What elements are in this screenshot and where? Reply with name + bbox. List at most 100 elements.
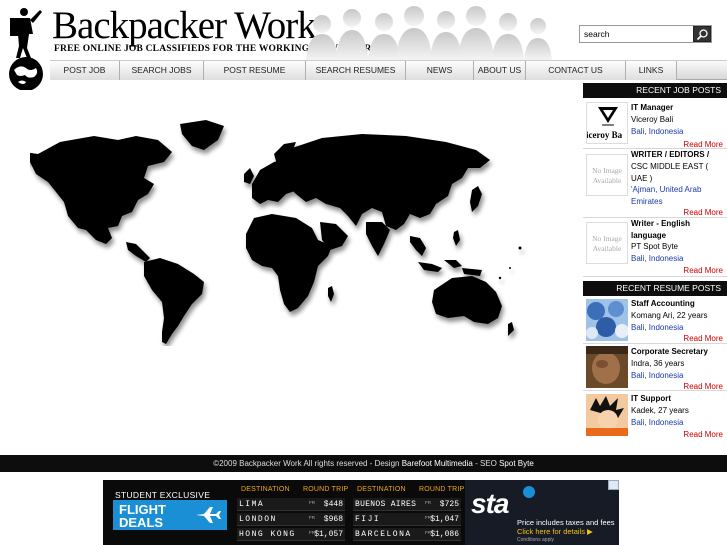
sidebar: RECENT JOB POSTS iceroy Ba IT Manager Vi… xyxy=(583,83,727,440)
resume-title[interactable]: Staff Accounting xyxy=(631,298,725,310)
site-title[interactable]: Backpacker Work xyxy=(52,6,317,46)
ad-fare-city: BARCELONA xyxy=(355,530,412,539)
ad-fare-row: BARCELONA FR $1,086 xyxy=(353,528,461,541)
nav-post-job[interactable]: POST JOB xyxy=(50,61,120,80)
resume-photo[interactable] xyxy=(586,394,628,436)
seo-credit-link[interactable]: Spot Byte xyxy=(499,459,534,468)
nav-post-resume[interactable]: POST RESUME xyxy=(204,61,306,80)
job-location[interactable]: Bali, Indonesia xyxy=(631,253,725,265)
ad-fare-row: LONDON FR $968 xyxy=(237,513,345,526)
ad-fare-row: HONG KONG FR $1,057 xyxy=(237,528,345,541)
nav-links[interactable]: LINKS xyxy=(626,61,677,80)
ad-fares-board-2: DESTINATION ROUND TRIP BUENOS AIRES FR $… xyxy=(349,480,465,545)
no-image-placeholder: No Image Available xyxy=(586,222,628,264)
crowd-silhouette-image xyxy=(306,6,552,60)
resume-title[interactable]: Corporate Secretary xyxy=(631,346,725,358)
job-company: CSC MIDDLE EAST ( UAE ) xyxy=(631,162,709,183)
search-button[interactable] xyxy=(693,26,711,42)
sta-travel-logo[interactable]: sta xyxy=(471,488,509,520)
viceroy-logo-text: iceroy Ba xyxy=(586,130,623,140)
ad-round-trip-header: ROUND TRIP xyxy=(303,486,349,493)
read-more-link[interactable]: Read More xyxy=(683,429,723,440)
read-more-link[interactable]: Read More xyxy=(683,207,723,218)
airplane-icon xyxy=(196,507,221,523)
resume-photo[interactable] xyxy=(586,299,628,341)
ad-fare-row: BUENOS AIRES FR $725 xyxy=(353,498,461,511)
ad-fare-city: HONG KONG xyxy=(239,530,296,539)
resume-person: Komang Ari, 22 years xyxy=(631,311,708,320)
search-icon xyxy=(696,29,708,41)
ad-fare-price: $1,047 xyxy=(430,515,459,524)
ad-flight-deals-panel: STUDENT EXCLUSIVE FLIGHT DEALS xyxy=(103,480,233,545)
ad-fare-city: BUENOS AIRES xyxy=(355,500,417,509)
ad-flight-deals-box[interactable]: FLIGHT DEALS xyxy=(113,500,227,530)
job-post-item[interactable]: iceroy Ba IT Manager Viceroy Bali Bali, … xyxy=(583,98,727,149)
footer: ©2009 Backpacker Work All rights reserve… xyxy=(0,455,727,472)
nav-news[interactable]: NEWS xyxy=(406,61,474,80)
ad-student-exclusive: STUDENT EXCLUSIVE xyxy=(115,490,211,500)
recent-jobs-heading: RECENT JOB POSTS xyxy=(583,83,727,98)
ad-destination-header: DESTINATION xyxy=(357,486,406,493)
job-title[interactable]: IT Manager xyxy=(631,102,725,114)
resume-photo[interactable] xyxy=(586,346,628,388)
resume-photo-image xyxy=(586,346,628,388)
design-credit-link[interactable]: Barefoot Multimedia xyxy=(402,459,473,468)
job-location[interactable]: 'Ajman, United Arab Emirates xyxy=(631,184,725,207)
job-location[interactable]: Bali, Indonesia xyxy=(631,126,725,138)
job-company: Viceroy Bali xyxy=(631,115,674,124)
recent-resumes-heading: RECENT RESUME POSTS xyxy=(583,281,727,296)
backpacker-globe-logo-icon[interactable] xyxy=(4,4,48,90)
ad-fare-price: $1,057 xyxy=(314,530,343,539)
advertisement-banner[interactable]: STUDENT EXCLUSIVE FLIGHT DEALS DESTINATI… xyxy=(103,480,619,545)
adchoices-icon[interactable] xyxy=(608,480,619,490)
job-title[interactable]: Writer - English language xyxy=(631,218,725,241)
read-more-link[interactable]: Read More xyxy=(683,333,723,344)
job-company: PT Spot Byte xyxy=(631,242,678,251)
read-more-link[interactable]: Read More xyxy=(683,265,723,276)
resume-photo-image xyxy=(586,394,628,436)
ad-fare-city: LIMA xyxy=(239,500,265,509)
ad-click-here-link[interactable]: Click here for details ▶ xyxy=(517,527,593,536)
resume-person: Indra, 36 years xyxy=(631,359,685,368)
job-post-item[interactable]: No Image Available Writer - English lang… xyxy=(583,218,727,277)
main-navigation: POST JOB SEARCH JOBS POST RESUME SEARCH … xyxy=(50,60,727,80)
no-image-placeholder: No Image Available xyxy=(586,154,628,196)
ad-fare-price: $725 xyxy=(439,500,459,509)
page: Backpacker Work FREE ONLINE JOB CLASSIFI… xyxy=(0,0,727,545)
nav-about-us[interactable]: ABOUT US xyxy=(474,61,526,80)
ad-price-note: Price includes taxes and fees xyxy=(517,518,615,527)
resume-location[interactable]: Bali, Indonesia xyxy=(631,417,725,429)
resume-post-item[interactable]: IT Support Kadek, 27 years Bali, Indones… xyxy=(583,391,727,440)
site-tagline: FREE ONLINE JOB CLASSIFIEDS FOR THE WORK… xyxy=(54,44,372,54)
nav-search-jobs[interactable]: SEARCH JOBS xyxy=(120,61,204,80)
footer-copyright: ©2009 Backpacker Work All rights reserve… xyxy=(213,459,402,468)
resume-location[interactable]: Bali, Indonesia xyxy=(631,322,725,334)
ad-sta-panel[interactable]: sta Price includes taxes and fees Click … xyxy=(465,480,619,545)
resume-post-item[interactable]: Corporate Secretary Indra, 36 years Bali… xyxy=(583,344,727,391)
job-thumbnail[interactable]: iceroy Ba xyxy=(586,102,628,144)
nav-contact-us[interactable]: CONTACT US xyxy=(526,61,626,80)
sta-logo-dot-icon xyxy=(523,486,535,498)
nav-search-resumes[interactable]: SEARCH RESUMES xyxy=(306,61,406,80)
header: Backpacker Work FREE ONLINE JOB CLASSIFI… xyxy=(0,0,727,90)
resume-title[interactable]: IT Support xyxy=(631,393,725,405)
job-post-item[interactable]: No Image Available WRITER / EDITORS / CS… xyxy=(583,149,727,218)
ad-conditions: Conditions apply xyxy=(517,537,554,543)
ad-fare-price: $968 xyxy=(323,515,343,524)
ad-fares-board-1: DESTINATION ROUND TRIP LIMA FR $448 LOND… xyxy=(233,480,349,545)
ad-fare-from: FR xyxy=(425,500,431,505)
ad-round-trip-header: ROUND TRIP xyxy=(419,486,465,493)
ad-fare-price: $448 xyxy=(323,500,343,509)
ad-fare-price: $1,086 xyxy=(430,530,459,539)
job-title[interactable]: WRITER / EDITORS / xyxy=(631,149,725,161)
resume-location[interactable]: Bali, Indonesia xyxy=(631,370,725,382)
resume-person: Kadek, 27 years xyxy=(631,406,689,415)
ad-destination-header: DESTINATION xyxy=(241,486,290,493)
ad-fare-row: FIJI FR $1,047 xyxy=(353,513,461,526)
resume-post-item[interactable]: Staff Accounting Komang Ari, 22 years Ba… xyxy=(583,296,727,344)
ad-fare-from: FR xyxy=(309,515,315,520)
ad-fare-row: LIMA FR $448 xyxy=(237,498,345,511)
footer-seo-text: - SEO xyxy=(472,459,500,468)
world-map-image[interactable] xyxy=(30,118,535,346)
resume-photo-image xyxy=(586,299,628,341)
